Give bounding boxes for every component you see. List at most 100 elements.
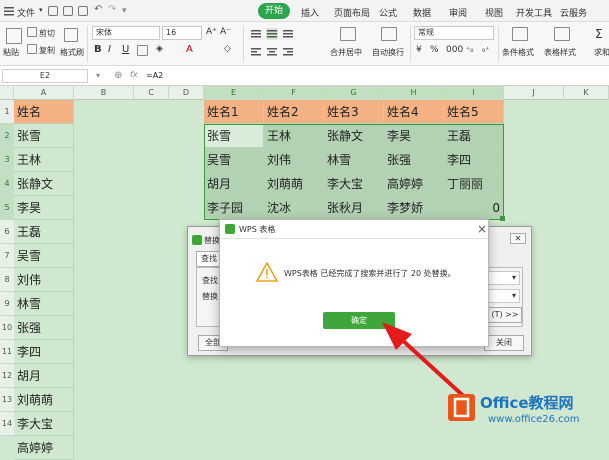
cell-a10[interactable]: 张强 [14,316,74,340]
format-painter-icon[interactable] [64,28,78,42]
table-style-button[interactable]: 表格样式 [544,47,576,58]
italic-button[interactable]: I [108,44,111,55]
cell-e3[interactable]: 吴雪 [204,148,264,172]
cell-a3[interactable]: 王林 [14,148,74,172]
redo-icon[interactable]: ↷ [108,4,116,15]
cell-e4[interactable]: 胡月 [204,172,264,196]
row-header[interactable]: 14 [0,412,14,436]
replace-dropdown[interactable]: ▾ [488,289,520,303]
bold-button[interactable]: B [94,44,102,55]
cell-f5[interactable]: 沈冰 [264,196,324,220]
cut-icon[interactable] [27,27,37,37]
tab-formulas[interactable]: 公式 [379,6,397,19]
cell-g5[interactable]: 张秋月 [324,196,384,220]
cell-e2[interactable]: 张雪 [204,124,264,148]
cell-a9[interactable]: 林雪 [14,292,74,316]
tab-insert[interactable]: 插入 [301,6,319,19]
sum-button[interactable]: 求和 [594,47,609,58]
paste-button[interactable]: 粘贴 [3,47,19,58]
replace-dialog-close-button[interactable]: ✕ [510,233,526,244]
align-bottom-icon[interactable] [282,28,294,40]
cut-button[interactable]: 剪切 [39,28,55,39]
cell-e5[interactable]: 李子园 [204,196,264,220]
cell-a2[interactable]: 张雪 [14,124,74,148]
cell-a13[interactable]: 刘萌萌 [14,388,74,412]
cell-a4[interactable]: 张静文 [14,172,74,196]
align-center-icon[interactable] [266,46,278,58]
cell-a15[interactable]: 高婷婷 [14,436,74,460]
row-header[interactable]: 1 [0,100,14,124]
font-size-select[interactable]: 16 [162,26,202,40]
cell-h2[interactable]: 李昊 [384,124,444,148]
cell-i3[interactable]: 李四 [444,148,504,172]
cell-a7[interactable]: 吴雪 [14,244,74,268]
row-header[interactable]: 7 [0,244,14,268]
wrap-text-button[interactable]: 自动换行 [372,47,404,58]
align-middle-icon[interactable] [266,28,278,40]
column-header-f[interactable]: F [264,86,324,100]
quick-access-more-icon[interactable]: ▾ [122,6,127,16]
tab-view[interactable]: 视图 [485,6,503,19]
menu-icon[interactable] [4,6,14,16]
increase-decimal-icon[interactable]: ⁺₀ [466,45,473,54]
percent-icon[interactable]: % [430,45,439,55]
cell-i2[interactable]: 王磊 [444,124,504,148]
column-header-a[interactable]: A [14,86,74,100]
font-name-select[interactable]: 宋体 [92,26,160,40]
cell-a14[interactable]: 李大宝 [14,412,74,436]
select-all-corner[interactable] [0,86,14,100]
file-menu[interactable]: 文件 [17,6,35,19]
formula-input[interactable]: =A2 [146,71,163,80]
tab-page-layout[interactable]: 页面布局 [334,6,370,19]
tab-developer[interactable]: 开发工具 [516,6,552,19]
underline-button[interactable]: U [122,44,129,55]
clear-format-icon[interactable]: ◇ [224,44,231,54]
cell-a5[interactable]: 李昊 [14,196,74,220]
options-button[interactable]: (T) >> [488,307,522,323]
font-grow-icon[interactable]: A⁺ [206,27,217,37]
conditional-format-button[interactable]: 条件格式 [502,47,534,58]
format-painter-button[interactable]: 格式刷 [60,47,84,58]
save-icon[interactable] [48,6,58,16]
merge-center-icon[interactable] [340,27,356,41]
row-header[interactable]: 13 [0,388,14,412]
cell-e1[interactable]: 姓名1 [204,100,264,124]
column-header-k[interactable]: K [564,86,609,100]
cell-a11[interactable]: 李四 [14,340,74,364]
sum-icon[interactable]: Σ [595,27,603,41]
merge-center-button[interactable]: 合并居中 [330,47,362,58]
cell-i5[interactable]: 0 [444,196,504,220]
fx-icon[interactable]: fx [130,70,138,79]
replace-close-button[interactable]: 关闭 [484,335,524,351]
find-dropdown[interactable]: ▾ [488,271,520,285]
cell-i1[interactable]: 姓名5 [444,100,504,124]
cell-a6[interactable]: 王磊 [14,220,74,244]
font-shrink-icon[interactable]: A⁻ [220,27,231,37]
cell-h1[interactable]: 姓名4 [384,100,444,124]
cell-h4[interactable]: 高婷婷 [384,172,444,196]
column-header-i[interactable]: I [444,86,504,100]
table-style-icon[interactable] [554,27,570,41]
cell-a1[interactable]: 姓名 [14,100,74,124]
cell-g4[interactable]: 李大宝 [324,172,384,196]
copy-icon[interactable] [27,44,37,54]
cell-h5[interactable]: 李梦娇 [384,196,444,220]
row-header[interactable]: 8 [0,268,14,292]
paste-icon[interactable] [6,28,22,44]
undo-icon[interactable]: ↶ [94,4,102,15]
currency-icon[interactable]: ¥ [416,45,422,55]
align-right-icon[interactable] [282,46,294,58]
decrease-decimal-icon[interactable]: ₀⁺ [482,45,489,54]
wrap-text-icon[interactable] [381,27,397,41]
row-header[interactable]: 2 [0,124,14,148]
cell-i4[interactable]: 丁丽丽 [444,172,504,196]
thousands-icon[interactable]: 000 [446,45,463,55]
tab-data[interactable]: 数据 [413,6,431,19]
font-color-icon[interactable]: A [186,44,193,55]
row-header[interactable]: 6 [0,220,14,244]
border-icon[interactable] [137,45,148,56]
row-header[interactable]: 11 [0,340,14,364]
row-header[interactable]: 10 [0,316,14,340]
tab-cloud-service[interactable]: 云服务 [560,6,587,19]
cell-g1[interactable]: 姓名3 [324,100,384,124]
